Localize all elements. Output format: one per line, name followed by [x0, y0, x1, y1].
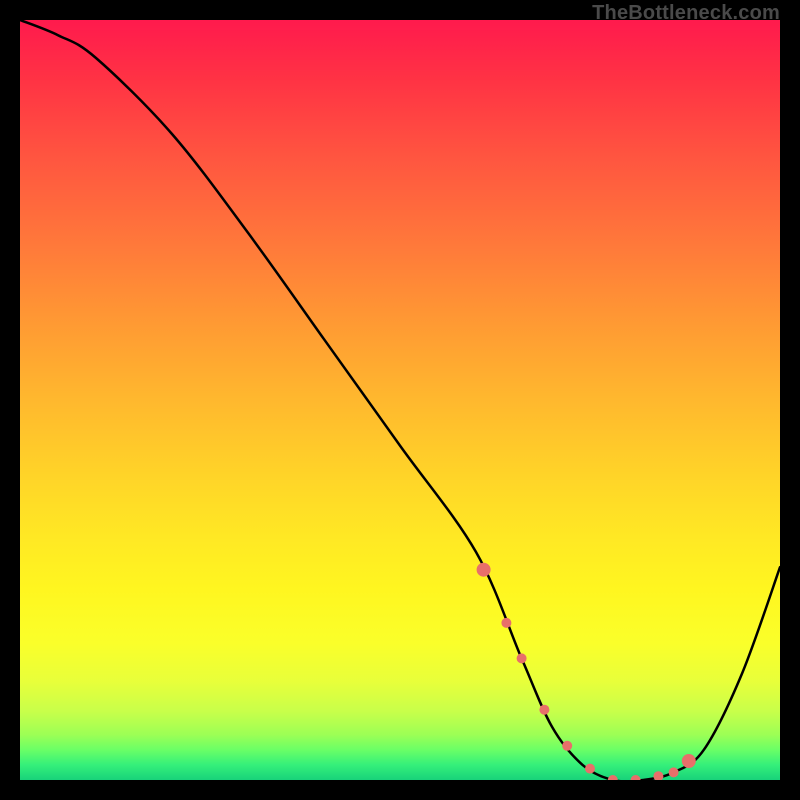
chart-frame: TheBottleneck.com	[0, 0, 800, 800]
optimal-dot	[653, 771, 663, 780]
bottleneck-curve-svg	[20, 20, 780, 780]
optimal-dot	[539, 705, 549, 715]
optimal-dot	[608, 775, 618, 780]
optimal-dot	[585, 764, 595, 774]
plot-area	[20, 20, 780, 780]
optimal-dot	[669, 767, 679, 777]
optimal-dot	[562, 741, 572, 751]
optimal-range-dots	[477, 563, 696, 780]
optimal-dot	[631, 775, 641, 780]
optimal-dot	[517, 653, 527, 663]
optimal-dot	[682, 754, 696, 768]
optimal-dot	[501, 618, 511, 628]
bottleneck-curve	[20, 20, 780, 780]
optimal-dot	[477, 563, 491, 577]
